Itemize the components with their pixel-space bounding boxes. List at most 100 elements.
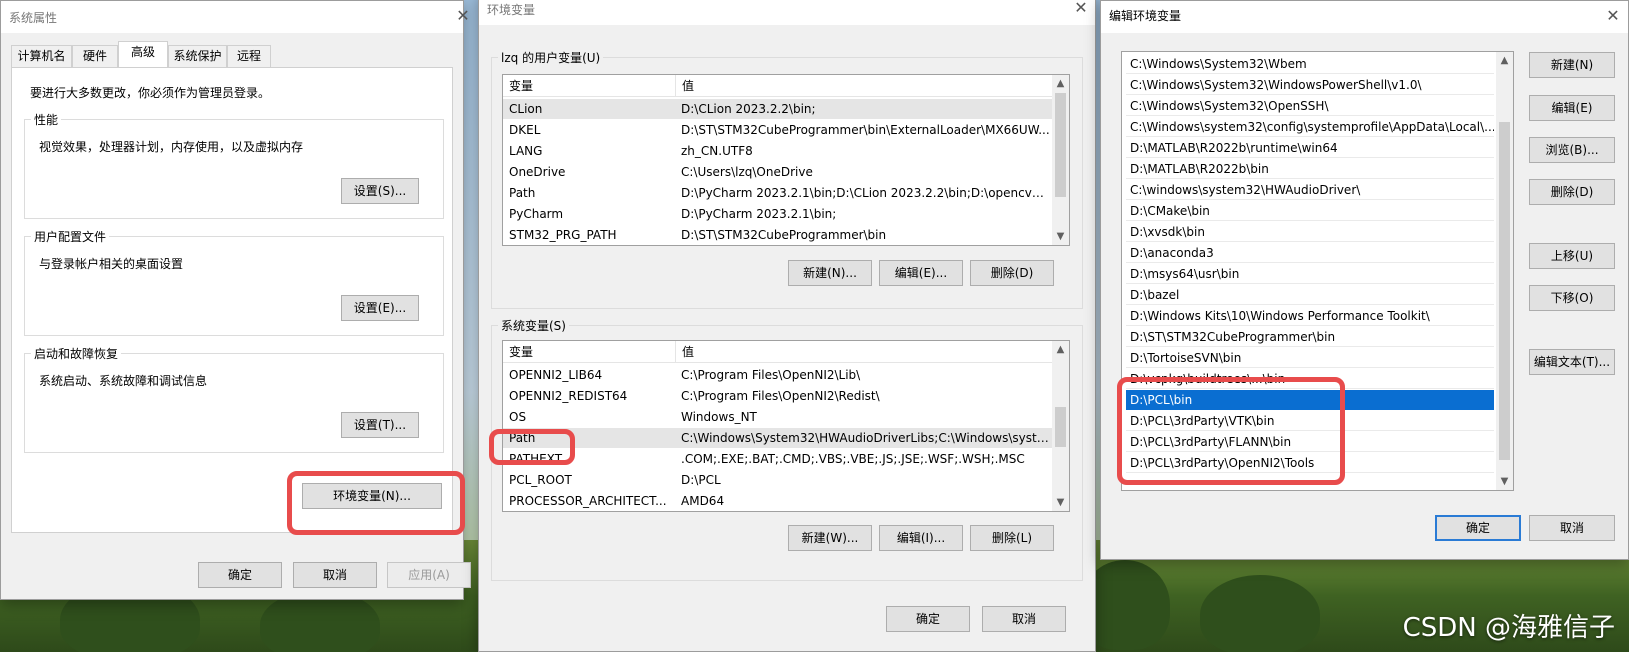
user-new-button[interactable]: 新建(N)... xyxy=(788,260,872,286)
apply-button[interactable]: 应用(A) xyxy=(387,562,471,588)
list-item[interactable]: D:\vcpkg\buildtrees\...\bin xyxy=(1126,369,1494,389)
close-icon[interactable]: ✕ xyxy=(1601,4,1625,28)
scroll-down-icon[interactable]: ▼ xyxy=(1052,494,1069,511)
edit-text-button[interactable]: 编辑文本(T)... xyxy=(1529,349,1615,375)
list-item[interactable]: D:\PCL\3rdParty\FLANN\bin xyxy=(1126,432,1494,452)
list-item[interactable]: D:\Windows Kits\10\Windows Performance T… xyxy=(1126,306,1494,326)
list-item[interactable]: D:\MATLAB\R2022b\bin xyxy=(1126,159,1494,179)
column-header-value[interactable]: 值 xyxy=(675,75,1055,97)
list-item[interactable]: C:\windows\system32\HWAudioDriver\ xyxy=(1126,180,1494,200)
startup-recovery-settings-button[interactable]: 设置(T)... xyxy=(341,412,419,438)
scroll-thumb[interactable] xyxy=(1055,93,1066,197)
scroll-down-icon[interactable]: ▼ xyxy=(1496,473,1513,490)
var-value: C:\Program Files\OpenNI2\Redist\ xyxy=(681,389,880,403)
user-profile-group: 用户配置文件 与登录帐户相关的桌面设置 设置(E)... xyxy=(24,228,444,336)
tab-hardware[interactable]: 硬件 xyxy=(72,45,118,67)
list-item[interactable]: D:\PCL\3rdParty\OpenNI2\Tools xyxy=(1126,453,1494,473)
list-item[interactable]: D:\anaconda3 xyxy=(1126,243,1494,263)
browse-button[interactable]: 浏览(B)... xyxy=(1529,137,1615,163)
var-name: OPENNI2_REDIST64 xyxy=(509,389,628,403)
var-value: D:\PCL xyxy=(681,473,721,487)
user-delete-button[interactable]: 删除(D) xyxy=(970,260,1054,286)
list-item[interactable]: D:\PCL\3rdParty\VTK\bin xyxy=(1126,411,1494,431)
table-row[interactable]: CLion D:\CLion 2023.2.2\bin; xyxy=(503,99,1052,119)
env-cancel-button[interactable]: 取消 xyxy=(982,606,1066,632)
tab-remote[interactable]: 远程 xyxy=(227,45,271,67)
user-edit-button[interactable]: 编辑(E)... xyxy=(879,260,963,286)
scroll-thumb[interactable] xyxy=(1499,122,1510,460)
var-value: D:\PyCharm 2023.2.1\bin;D:\CLion 2023.2.… xyxy=(681,186,1051,200)
edit-path-button[interactable]: 编辑(E) xyxy=(1529,95,1615,121)
table-row[interactable]: LANG zh_CN.UTF8 xyxy=(503,141,1052,161)
column-header-value[interactable]: 值 xyxy=(675,341,1055,363)
list-item[interactable]: C:\Windows\System32\WindowsPowerShell\v1… xyxy=(1126,75,1494,95)
table-row[interactable]: PROCESSOR_ARCHITECT... AMD64 xyxy=(503,491,1052,511)
list-item[interactable]: D:\TortoiseSVN\bin xyxy=(1126,348,1494,368)
edit-ok-button[interactable]: 确定 xyxy=(1435,515,1521,541)
window-title: 系统属性 xyxy=(9,11,58,25)
move-up-button[interactable]: 上移(U) xyxy=(1529,243,1615,269)
scroll-up-icon[interactable]: ▲ xyxy=(1052,341,1069,358)
var-value: D:\PyCharm 2023.2.1\bin; xyxy=(681,207,837,221)
list-item[interactable]: D:\MATLAB\R2022b\runtime\win64 xyxy=(1126,138,1494,158)
vertical-scrollbar[interactable]: ▲ ▼ xyxy=(1052,75,1069,245)
table-row[interactable]: PyCharm D:\PyCharm 2023.2.1\bin; xyxy=(503,204,1052,224)
close-icon[interactable]: ✕ xyxy=(451,4,475,28)
table-row[interactable]: OPENNI2_LIB64 C:\Program Files\OpenNI2\L… xyxy=(503,365,1052,385)
title-bar: 系统属性 ✕ xyxy=(1,1,470,33)
environment-variables-button[interactable]: 环境变量(N)... xyxy=(302,483,442,509)
var-value: D:\CLion 2023.2.2\bin; xyxy=(681,102,816,116)
system-delete-button[interactable]: 删除(L) xyxy=(970,525,1054,551)
performance-settings-button[interactable]: 设置(S)... xyxy=(341,178,419,204)
scroll-up-icon[interactable]: ▲ xyxy=(1052,75,1069,92)
cancel-button[interactable]: 取消 xyxy=(293,562,377,588)
system-variables-list[interactable]: 变量 值 OPENNI2_LIB64 C:\Program Files\Open… xyxy=(502,340,1070,512)
table-row[interactable]: PATHEXT .COM;.EXE;.BAT;.CMD;.VBS;.VBE;.J… xyxy=(503,449,1052,469)
vertical-scrollbar[interactable]: ▲ ▼ xyxy=(1496,52,1513,490)
env-ok-button[interactable]: 确定 xyxy=(886,606,970,632)
system-new-button[interactable]: 新建(W)... xyxy=(788,525,872,551)
vertical-scrollbar[interactable]: ▲ ▼ xyxy=(1052,341,1069,511)
table-row-path[interactable]: Path C:\Windows\System32\HWAudioDriverLi… xyxy=(503,428,1052,448)
list-item[interactable]: D:\ST\STM32CubeProgrammer\bin xyxy=(1126,327,1494,347)
close-icon[interactable]: ✕ xyxy=(1069,0,1093,20)
scroll-down-icon[interactable]: ▼ xyxy=(1052,228,1069,245)
tab-advanced[interactable]: 高级 xyxy=(118,41,168,67)
scroll-thumb[interactable] xyxy=(1055,407,1066,447)
table-row[interactable]: OneDrive C:\Users\lzq\OneDrive xyxy=(503,162,1052,182)
table-row[interactable]: OS Windows_NT xyxy=(503,407,1052,427)
var-value: C:\Users\lzq\OneDrive xyxy=(681,165,813,179)
new-path-button[interactable]: 新建(N) xyxy=(1529,52,1615,78)
scroll-up-icon[interactable]: ▲ xyxy=(1496,52,1513,69)
system-edit-button[interactable]: 编辑(I)... xyxy=(879,525,963,551)
list-item[interactable]: C:\Windows\System32\Wbem xyxy=(1126,54,1494,74)
delete-path-button[interactable]: 删除(D) xyxy=(1529,179,1615,205)
tab-computer-name[interactable]: 计算机名 xyxy=(11,45,72,67)
list-item-selected[interactable]: D:\PCL\bin xyxy=(1126,390,1494,410)
edit-cancel-button[interactable]: 取消 xyxy=(1529,515,1615,541)
list-item[interactable]: D:\bazel xyxy=(1126,285,1494,305)
table-row[interactable]: OPENNI2_REDIST64 C:\Program Files\OpenNI… xyxy=(503,386,1052,406)
table-row[interactable]: DKEL D:\ST\STM32CubeProgrammer\bin\Exter… xyxy=(503,120,1052,140)
table-row[interactable]: PCL_ROOT D:\PCL xyxy=(503,470,1052,490)
environment-variables-window: 环境变量 ✕ lzq 的用户变量(U) 变量 值 CLion D:\CLion … xyxy=(478,0,1096,652)
tab-system-protection[interactable]: 系统保护 xyxy=(168,45,227,67)
user-profile-settings-button[interactable]: 设置(E)... xyxy=(341,295,419,321)
list-item[interactable]: D:\xvsdk\bin xyxy=(1126,222,1494,242)
list-item[interactable]: D:\CMake\bin xyxy=(1126,201,1494,221)
move-down-button[interactable]: 下移(O) xyxy=(1529,285,1615,311)
system-properties-window: 系统属性 ✕ 计算机名 硬件 高级 系统保护 远程 要进行大多数更改，你必须作为… xyxy=(0,0,471,600)
tab-label: 硬件 xyxy=(82,49,107,63)
user-variables-list[interactable]: 变量 值 CLion D:\CLion 2023.2.2\bin; DKEL D… xyxy=(502,74,1070,246)
column-header-variable[interactable]: 变量 xyxy=(503,341,675,363)
list-item[interactable]: C:\Windows\system32\config\systemprofile… xyxy=(1126,117,1494,137)
table-row[interactable]: STM32_PRG_PATH D:\ST\STM32CubeProgrammer… xyxy=(503,225,1052,245)
performance-group: 性能 视觉效果，处理器计划，内存使用，以及虚拟内存 设置(S)... xyxy=(24,111,444,219)
list-item[interactable]: D:\msys64\usr\bin xyxy=(1126,264,1494,284)
ok-button[interactable]: 确定 xyxy=(198,562,282,588)
system-variables-group: 系统变量(S) 变量 值 OPENNI2_LIB64 C:\Program Fi… xyxy=(491,317,1083,581)
column-header-variable[interactable]: 变量 xyxy=(503,75,675,97)
table-row[interactable]: Path D:\PyCharm 2023.2.1\bin;D:\CLion 20… xyxy=(503,183,1052,203)
path-entries-list[interactable]: C:\Windows\System32\Wbem C:\Windows\Syst… xyxy=(1121,51,1514,491)
list-item[interactable]: C:\Windows\System32\OpenSSH\ xyxy=(1126,96,1494,116)
